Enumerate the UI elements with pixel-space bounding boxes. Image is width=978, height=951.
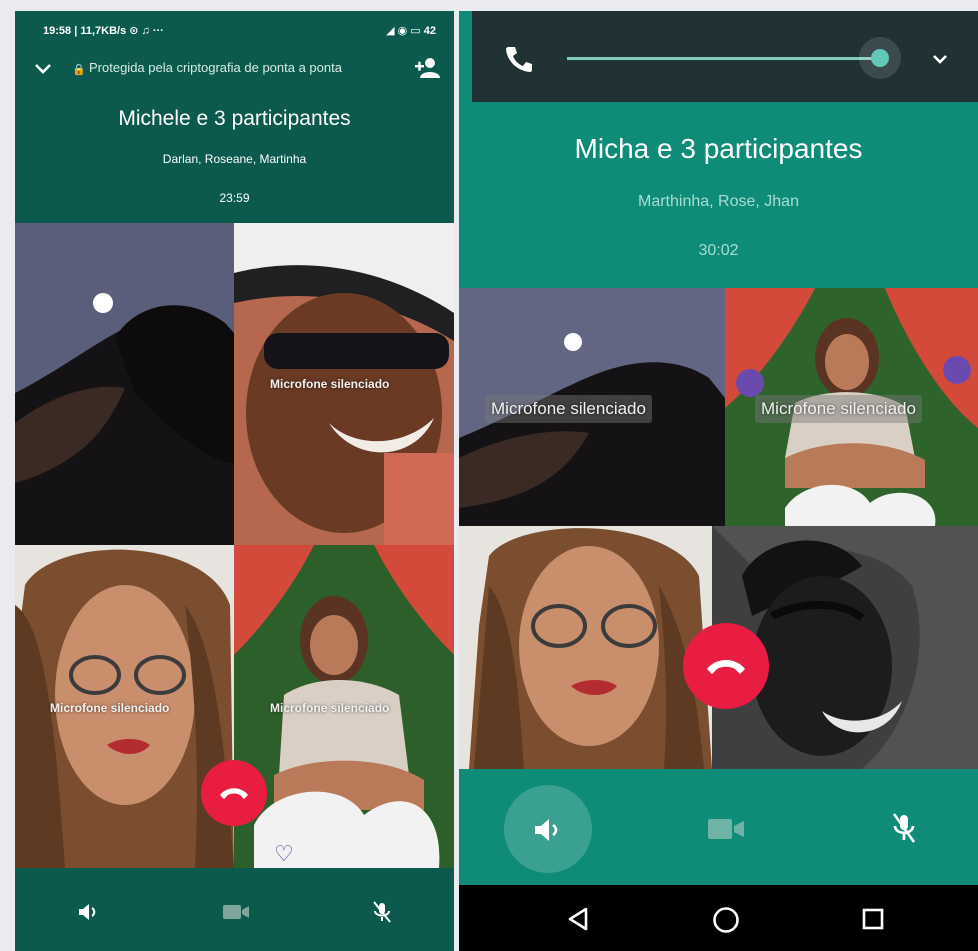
chevron-down-icon[interactable] xyxy=(33,59,53,79)
video-off-icon[interactable] xyxy=(222,903,250,921)
volume-panel xyxy=(472,11,978,102)
muted-label: Microfone silenciado xyxy=(50,701,170,715)
muted-label: Microfone silenciado xyxy=(270,377,390,391)
video-tile-1[interactable]: Microfone silenciado xyxy=(459,288,725,526)
muted-label: Microfone silenciado xyxy=(755,395,922,423)
speaker-icon[interactable] xyxy=(77,902,99,922)
end-call-button[interactable] xyxy=(201,760,267,826)
call-top-bar: 🔒 Protegida pela criptografia de ponta a… xyxy=(15,55,454,85)
mic-off-icon[interactable] xyxy=(890,812,918,844)
video-tile-2[interactable]: Microfone silenciado xyxy=(725,288,978,526)
speaker-icon xyxy=(535,819,558,841)
volume-slider[interactable] xyxy=(567,57,880,60)
call-title: Micha e 3 participantes xyxy=(574,133,863,164)
sign-art-icon: ♡ xyxy=(274,841,294,866)
add-participant-icon[interactable] xyxy=(414,57,440,79)
video-off-icon[interactable] xyxy=(707,817,745,841)
lock-icon: 🔒 xyxy=(72,64,86,76)
participant-video xyxy=(15,223,234,545)
chevron-down-icon[interactable] xyxy=(930,49,950,69)
speaker-button[interactable] xyxy=(504,785,592,873)
video-tile-1[interactable] xyxy=(15,223,234,545)
participants-list: Darlan, Roseane, Martinha xyxy=(162,152,307,166)
left-call-screen: 19:58 | 11,7KB/s ⊙ ♫ ··· ◢ ◉ ▭ 42 🔒 Prot… xyxy=(15,11,454,951)
status-bar: 19:58 | 11,7KB/s ⊙ ♫ ··· ◢ ◉ ▭ 42 xyxy=(15,11,454,51)
home-icon[interactable] xyxy=(712,906,740,934)
encryption-notice: Protegida pela criptografia de ponta a p… xyxy=(89,60,342,75)
hangup-icon xyxy=(220,788,248,799)
video-tile-4[interactable]: ♡ Microfone silenciado xyxy=(234,545,454,868)
video-tile-3[interactable] xyxy=(459,526,712,769)
muted-label: Microfone silenciado xyxy=(485,395,652,423)
call-title: Michele e 3 participantes xyxy=(118,107,351,130)
call-timer: 30:02 xyxy=(698,242,739,259)
hangup-icon xyxy=(707,660,745,674)
mic-off-icon[interactable] xyxy=(371,900,393,924)
participant-video xyxy=(459,526,712,769)
status-left: 19:58 | 11,7KB/s ⊙ ♫ ··· xyxy=(43,25,164,37)
call-controls xyxy=(459,769,978,885)
video-tile-2[interactable]: Microfone silenciado xyxy=(234,223,454,545)
back-icon[interactable] xyxy=(567,907,589,931)
participants-list: Marthinha, Rose, Jhan xyxy=(638,193,799,210)
right-call-screen: Micha e 3 participantes Marthinha, Rose,… xyxy=(459,11,978,951)
end-call-button[interactable] xyxy=(683,623,769,709)
call-controls xyxy=(15,868,454,951)
call-timer: 23:59 xyxy=(219,191,250,205)
muted-label: Microfone silenciado xyxy=(270,701,390,715)
status-right: ◢ ◉ ▭ 42 xyxy=(386,25,436,37)
volume-slider-knob[interactable] xyxy=(870,49,889,67)
recents-icon[interactable] xyxy=(862,908,884,930)
phone-icon xyxy=(506,47,532,72)
android-nav-bar xyxy=(459,885,978,951)
